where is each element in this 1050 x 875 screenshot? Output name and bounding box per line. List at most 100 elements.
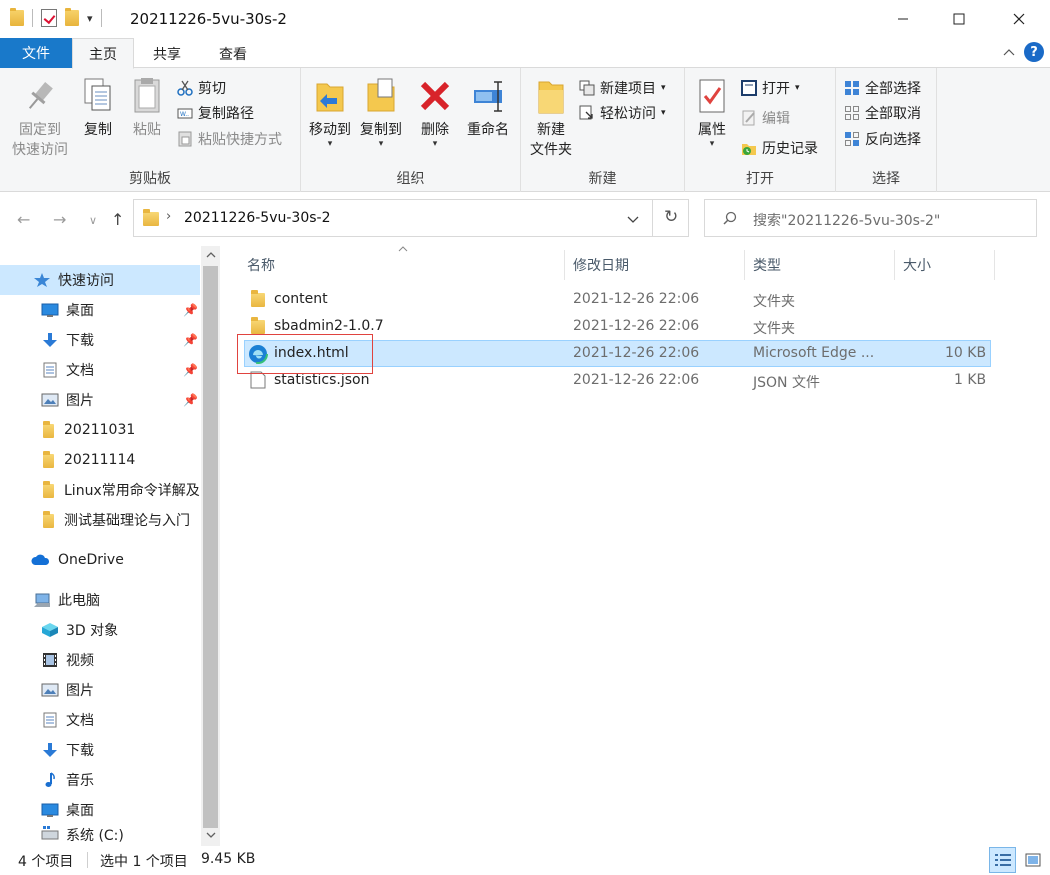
paste-button[interactable]: 粘贴 <box>126 76 168 140</box>
sidebar-item-this-pc[interactable]: 此电脑 <box>0 585 200 615</box>
paste-shortcut-button[interactable]: 粘贴快捷方式 <box>177 127 282 151</box>
column-header-date[interactable]: 修改日期 <box>573 250 745 280</box>
new-folder-button[interactable]: 新建 文件夹 <box>526 76 576 160</box>
desktop-icon <box>41 803 59 817</box>
file-name: content <box>274 291 328 307</box>
close-button[interactable] <box>996 0 1042 38</box>
history-button[interactable]: 历史记录 <box>741 136 818 160</box>
selected-count: 选中 1 个项目 <box>100 854 188 870</box>
sidebar-item-label: 3D 对象 <box>66 623 119 639</box>
copy-button[interactable]: 复制 <box>78 76 118 140</box>
organize-group: 移动到 ▾ 复制到 ▾ 删除 ▾ 重命名 组织 <box>301 68 521 192</box>
item-count: 4 个项目 <box>18 854 74 870</box>
copy-to-icon <box>367 78 395 112</box>
pin-icon[interactable]: 📌 <box>183 363 198 377</box>
address-bar[interactable]: › 20211226-5vu-30s-2 ↻ <box>133 199 689 237</box>
edit-button[interactable]: 编辑 <box>741 106 790 130</box>
maximize-button[interactable] <box>936 0 982 38</box>
address-dropdown-icon[interactable] <box>627 212 639 228</box>
sidebar-item-label: OneDrive <box>58 552 124 568</box>
sidebar-item-folder[interactable]: Linux常用命令详解及 <box>0 475 200 505</box>
new-item-button[interactable]: 新建项目 ▾ <box>579 76 666 100</box>
new-folder-icon[interactable] <box>65 8 79 26</box>
open-button[interactable]: 打开 ▾ <box>741 76 800 100</box>
tab-file[interactable]: 文件 <box>0 38 72 68</box>
scroll-down-icon[interactable] <box>201 826 220 844</box>
sidebar-item-quick-access[interactable]: 快速访问 <box>0 265 200 295</box>
tab-share[interactable]: 共享 <box>136 38 198 69</box>
column-header-type[interactable]: 类型 <box>753 250 895 280</box>
computer-icon <box>34 593 50 607</box>
column-header-size[interactable]: 大小 <box>903 250 995 280</box>
sidebar-item-desktop[interactable]: 桌面 📌 <box>0 295 200 325</box>
divider <box>100 9 102 27</box>
sidebar-item-drive-c[interactable]: 系统 (C:) <box>0 825 200 846</box>
sidebar-item-desktop[interactable]: 桌面 <box>0 795 200 825</box>
sidebar-item-label: 下载 <box>66 743 94 759</box>
properties-button[interactable]: 属性 ▾ <box>691 76 733 149</box>
delete-button[interactable]: 删除 ▾ <box>417 76 453 149</box>
sidebar-item-music[interactable]: 音乐 <box>0 765 200 795</box>
sidebar-item-pictures[interactable]: 图片 <box>0 675 200 705</box>
sidebar-scrollbar[interactable] <box>201 246 220 846</box>
address-path[interactable]: 20211226-5vu-30s-2 <box>184 210 331 226</box>
forward-arrow-icon[interactable]: → <box>53 210 66 229</box>
search-box[interactable]: 搜索"20211226-5vu-30s-2" <box>704 199 1037 237</box>
breadcrumb-chevron-icon[interactable]: › <box>166 209 171 224</box>
minimize-button[interactable] <box>880 0 926 38</box>
cut-label: 剪切 <box>198 81 226 97</box>
customize-toolbar-icon[interactable]: ▾ <box>87 12 93 25</box>
pin-icon[interactable]: 📌 <box>183 303 198 317</box>
title-bar: ▾ 20211226-5vu-30s-2 <box>0 0 1050 38</box>
select-group: 全部选择 全部取消 反向选择 选择 <box>836 68 937 192</box>
copy-to-button[interactable]: 复制到 ▾ <box>356 76 406 149</box>
sidebar-item-videos[interactable]: 视频 <box>0 645 200 675</box>
select-none-button[interactable]: 全部取消 <box>844 101 921 125</box>
easy-access-button[interactable]: 轻松访问 ▾ <box>579 101 666 125</box>
edit-label: 编辑 <box>762 111 790 127</box>
invert-selection-button[interactable]: 反向选择 <box>844 127 921 151</box>
properties-icon[interactable] <box>41 9 57 27</box>
refresh-icon[interactable]: ↻ <box>664 207 678 227</box>
invert-selection-icon <box>845 132 859 146</box>
collapse-ribbon-icon[interactable] <box>1003 45 1015 60</box>
back-arrow-icon[interactable]: ← <box>17 210 30 229</box>
details-view-button[interactable] <box>989 847 1016 873</box>
move-to-button[interactable]: 移动到 ▾ <box>305 76 355 149</box>
navigation-pane: 快速访问 桌面 📌 下载 📌 文档 📌 图片 📌 20211031 202111… <box>0 246 220 846</box>
sidebar-item-documents[interactable]: 文档 <box>0 705 200 735</box>
pin-quick-access-button[interactable]: 固定到 快速访问 <box>8 76 72 160</box>
scroll-up-icon[interactable] <box>201 246 220 264</box>
pin-icon[interactable]: 📌 <box>183 393 198 407</box>
scrollbar-thumb[interactable] <box>203 266 218 828</box>
sidebar-item-3d-objects[interactable]: 3D 对象 <box>0 615 200 645</box>
sidebar-item-folder[interactable]: 测试基础理论与入门 <box>0 505 200 535</box>
help-icon[interactable]: ? <box>1024 42 1044 62</box>
sidebar-item-folder[interactable]: 20211031 <box>0 415 200 445</box>
select-all-button[interactable]: 全部选择 <box>844 76 921 100</box>
copy-path-button[interactable]: W.. 复制路径 <box>177 101 254 125</box>
search-placeholder: 搜索"20211226-5vu-30s-2" <box>753 213 941 229</box>
sidebar-item-documents[interactable]: 文档 📌 <box>0 355 200 385</box>
new-folder-label-2: 文件夹 <box>530 142 572 158</box>
download-icon <box>43 333 57 347</box>
recent-locations-icon[interactable]: ∨ <box>89 214 97 227</box>
tab-home[interactable]: 主页 <box>72 38 134 69</box>
rename-button[interactable]: 重命名 <box>463 76 513 140</box>
sidebar-item-downloads[interactable]: 下载 <box>0 735 200 765</box>
column-header-name[interactable]: 名称 <box>247 250 565 280</box>
large-icons-view-button[interactable] <box>1019 847 1046 873</box>
sidebar-item-downloads[interactable]: 下载 📌 <box>0 325 200 355</box>
sidebar-item-pictures[interactable]: 图片 📌 <box>0 385 200 415</box>
sidebar-item-folder[interactable]: 20211114 <box>0 445 200 475</box>
folder-icon <box>251 317 265 334</box>
new-item-icon <box>579 80 595 96</box>
tab-view[interactable]: 查看 <box>202 38 264 69</box>
cut-button[interactable]: 剪切 <box>177 76 226 100</box>
organize-group-label: 组织 <box>396 171 425 187</box>
table-row[interactable]: content 2021-12-26 22:06 文件夹 <box>244 286 991 313</box>
pin-icon[interactable]: 📌 <box>183 333 198 347</box>
up-arrow-icon[interactable]: ↑ <box>111 210 124 229</box>
pin-icon <box>28 82 53 109</box>
sidebar-item-onedrive[interactable]: OneDrive <box>0 545 200 575</box>
